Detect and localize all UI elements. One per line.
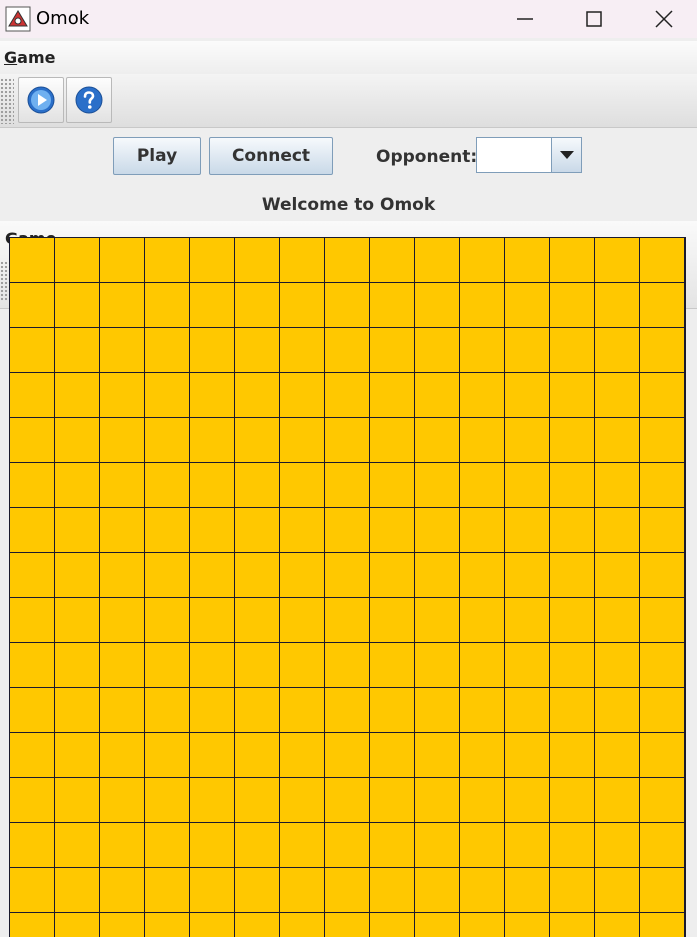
minimize-button[interactable]	[489, 0, 561, 38]
toolbar-help-button[interactable]	[66, 77, 112, 123]
menu-game[interactable]: Game	[4, 48, 55, 67]
maximize-button[interactable]	[558, 0, 630, 38]
dropdown-arrow-button[interactable]	[551, 138, 581, 172]
menu-bar: Game	[0, 41, 697, 74]
window-title: Omok	[36, 8, 90, 29]
toolbar-play-button[interactable]	[18, 77, 64, 123]
toolbar	[0, 74, 697, 128]
controls-panel: Play Connect Opponent: Welcome to Omok	[0, 129, 697, 221]
status-message: Welcome to Omok	[261, 195, 436, 215]
help-circle-icon	[75, 86, 103, 114]
java-app-icon	[5, 6, 31, 32]
menu-game-mnemonic: G	[4, 48, 18, 67]
close-button[interactable]	[628, 0, 697, 38]
chevron-down-icon	[560, 151, 574, 159]
connect-button[interactable]: Connect	[209, 137, 333, 175]
minimize-icon	[517, 18, 533, 20]
maximize-icon	[586, 11, 602, 27]
toolbar-grip[interactable]	[0, 78, 14, 124]
title-bar: Omok	[0, 0, 697, 38]
opponent-label: Opponent:	[376, 147, 478, 167]
play-circle-icon	[27, 86, 55, 114]
close-icon	[655, 10, 673, 28]
opponent-dropdown[interactable]	[476, 137, 582, 173]
play-button[interactable]: Play	[113, 137, 201, 175]
opponent-value	[479, 140, 551, 170]
game-board[interactable]	[9, 237, 686, 937]
